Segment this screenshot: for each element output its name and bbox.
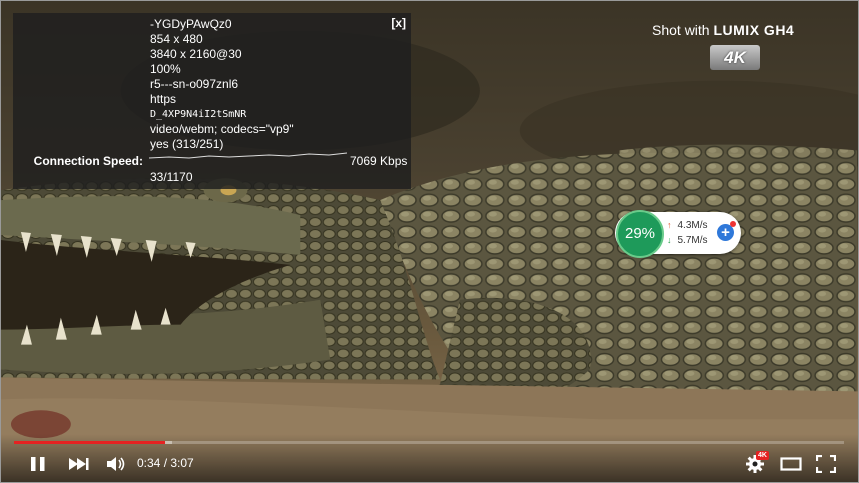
- download-speed-value: 5.7M/s: [677, 235, 708, 246]
- stats-value: D_4XP9N4iI2tSmNR: [150, 109, 247, 120]
- stats-close-button[interactable]: [x]: [391, 16, 406, 30]
- next-icon[interactable]: [68, 456, 90, 472]
- stats-value: r5---sn-o097znl6: [150, 77, 239, 91]
- notification-dot: [730, 221, 736, 227]
- stats-value: 100%: [150, 62, 181, 76]
- speed-percent-circle[interactable]: 29%: [616, 210, 664, 258]
- watermark-model: LUMIX GH4: [713, 22, 795, 38]
- stats-key: Connection Speed:: [33, 154, 143, 168]
- stats-value: 3840 x 2160@30: [150, 47, 242, 61]
- upload-speed-value: 4.3M/s: [677, 220, 708, 231]
- progress-bar[interactable]: [14, 441, 844, 444]
- camera-watermark: Shot with LUMIX GH4: [652, 22, 794, 38]
- progress-played: [14, 441, 166, 444]
- video-player[interactable]: [x] Video ID: -YGDyPAwQz0 Dimensions: 85…: [0, 0, 859, 483]
- arrow-up-icon: ↑: [667, 220, 672, 230]
- stats-for-nerds-panel: [x] Video ID: -YGDyPAwQz0 Dimensions: 85…: [13, 13, 411, 189]
- download-speed: ↓ 5.7M/s: [667, 235, 708, 246]
- stats-value: -YGDyPAwQz0: [150, 17, 232, 31]
- stats-value: 7069 Kbps: [350, 154, 408, 168]
- quality-badge: 4K: [756, 451, 769, 460]
- network-speed-widget[interactable]: 29% ↑ 4.3M/s ↓ 5.7M/s +: [615, 210, 741, 258]
- watermark-text: Shot with: [652, 22, 710, 38]
- connection-speed-graph: [149, 152, 348, 159]
- fullscreen-icon[interactable]: [816, 455, 836, 473]
- stats-value: https: [150, 92, 177, 106]
- volume-icon[interactable]: [106, 455, 126, 473]
- upload-speed: ↑ 4.3M/s: [667, 220, 708, 231]
- 4k-badge: 4K: [710, 45, 760, 70]
- stats-value: video/webm; codecs="vp9": [150, 122, 294, 136]
- stats-value: 33/1170: [150, 170, 193, 184]
- stats-row-connection-speed: Connection Speed: 7069 Kbps: [13, 152, 411, 169]
- pause-icon[interactable]: [29, 455, 47, 473]
- arrow-down-icon: ↓: [667, 235, 672, 245]
- theater-mode-icon[interactable]: [780, 456, 802, 472]
- time-display: 0:34 / 3:07: [137, 456, 194, 470]
- stats-value: 854 x 480: [150, 32, 203, 46]
